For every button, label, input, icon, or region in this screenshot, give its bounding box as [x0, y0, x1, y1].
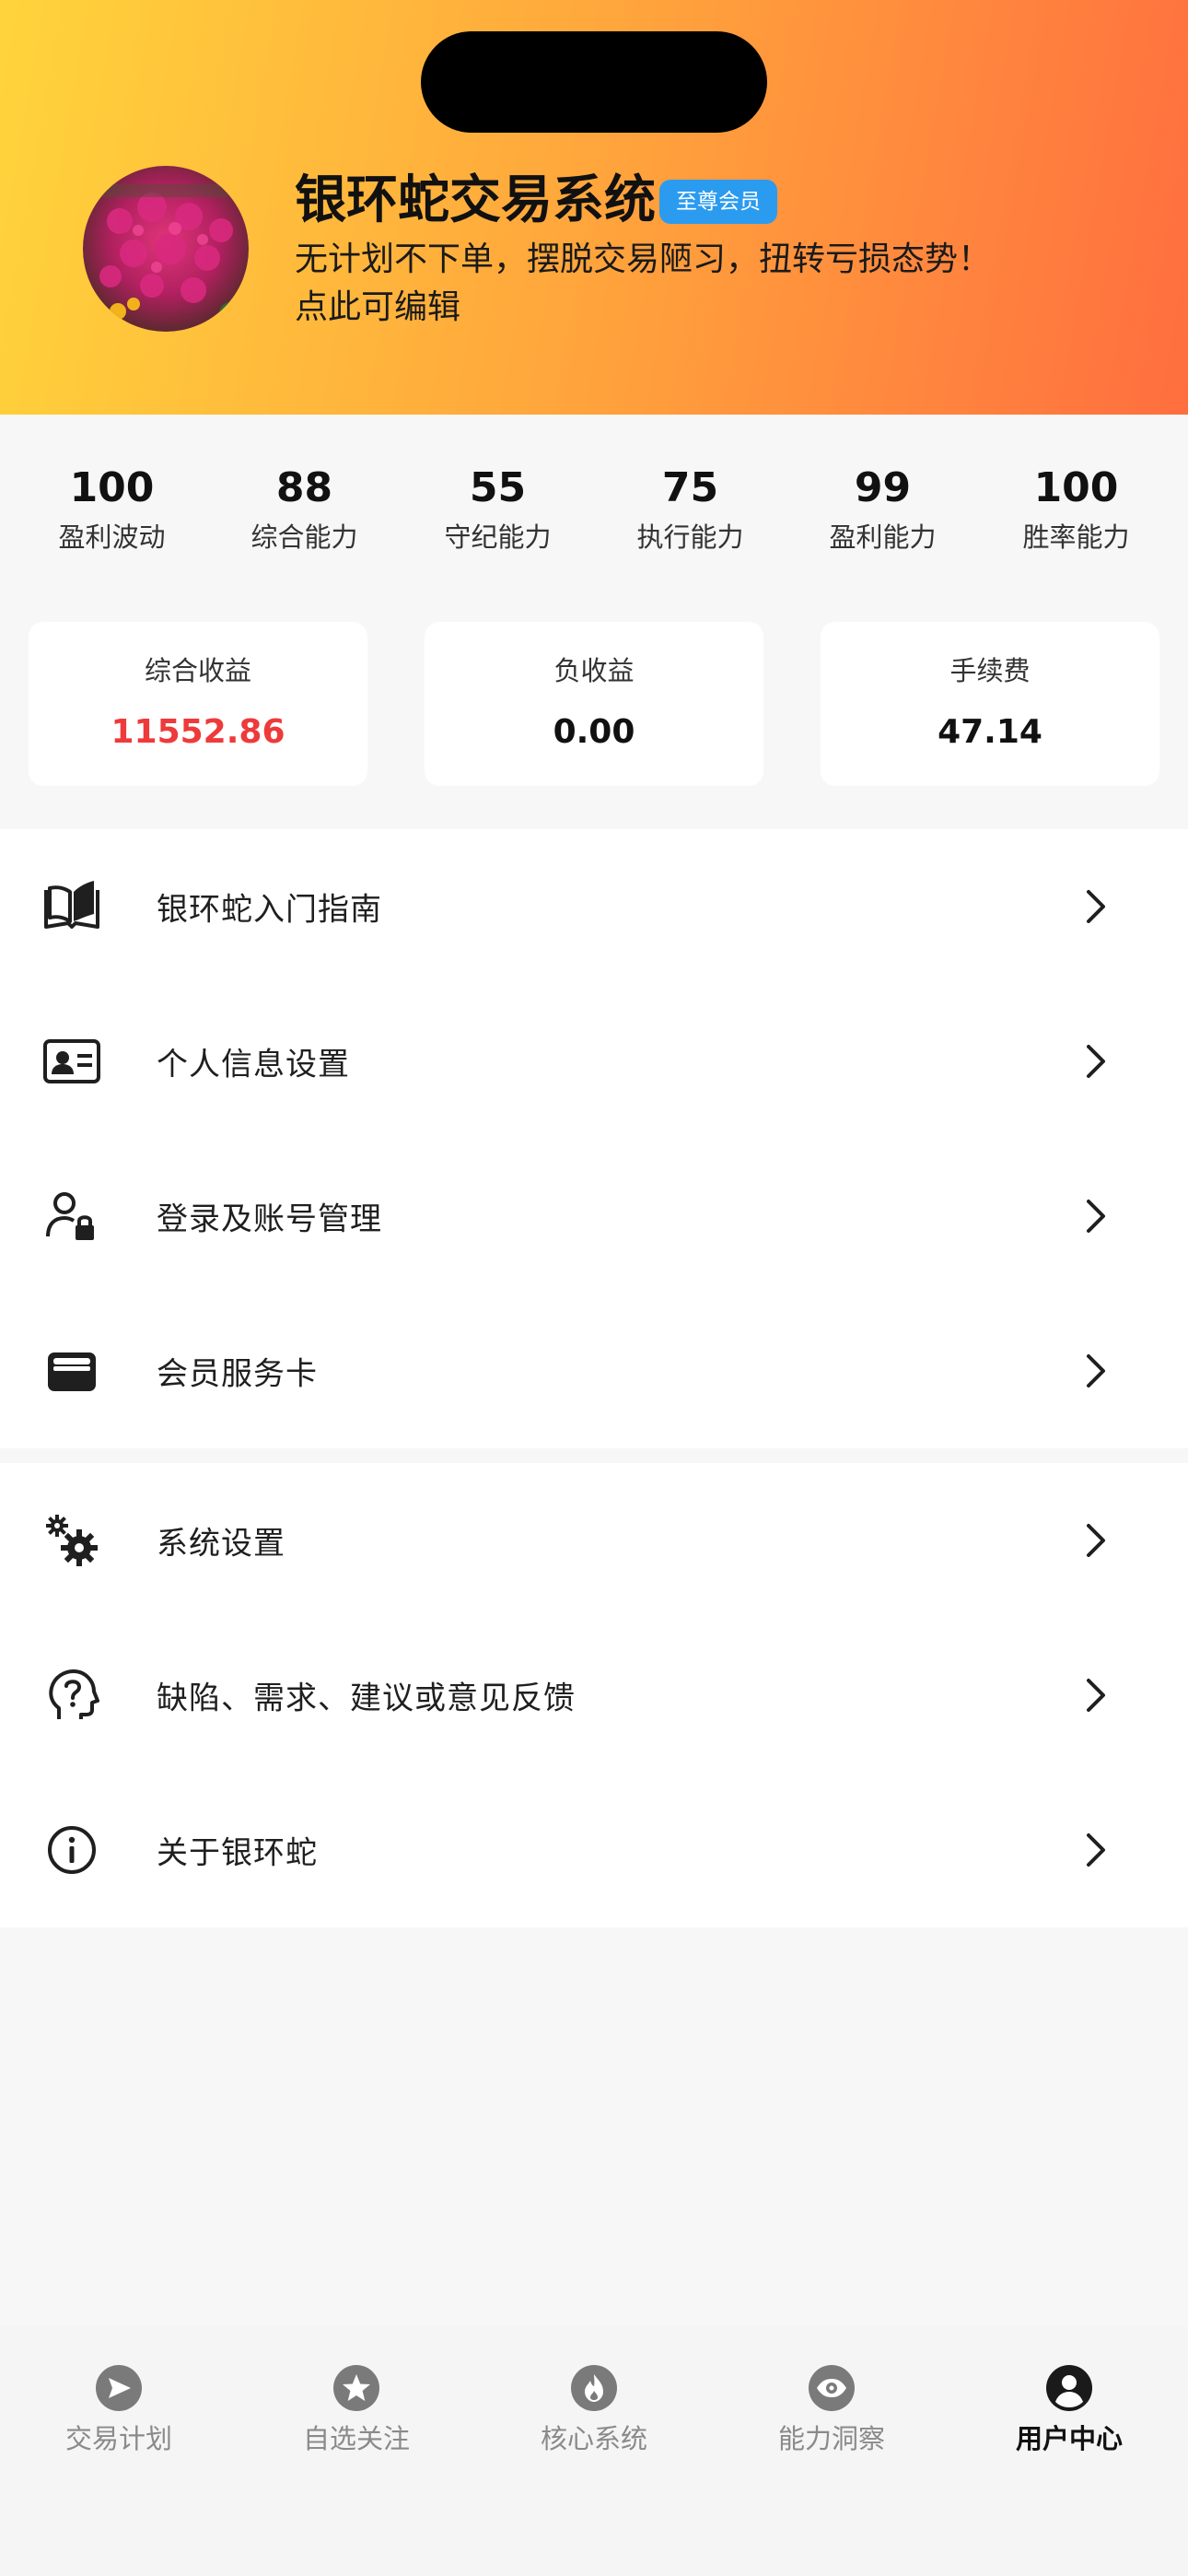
tab-user-center[interactable]: 用户中心: [950, 2363, 1188, 2457]
profile-header[interactable]: 银环蛇交易系统 至尊会员 无计划不下单，摆脱交易陋习，扭转亏损态势！ 点此可编辑: [0, 0, 1188, 415]
tab-insight[interactable]: 能力洞察: [713, 2363, 950, 2457]
book-open-icon: [44, 881, 99, 929]
stat-label: 盈利波动: [58, 521, 166, 553]
dynamic-island: [421, 31, 767, 133]
card-label: 综合收益: [144, 655, 251, 686]
star-icon: [333, 2365, 379, 2411]
menu-item-membership[interactable]: 会员服务卡: [0, 1294, 1188, 1448]
card-value: 11552.86: [111, 713, 285, 751]
chevron-right-icon: [1087, 1524, 1105, 1557]
menu-item-settings[interactable]: 系统设置: [0, 1463, 1188, 1618]
tab-core-system[interactable]: 核心系统: [475, 2363, 713, 2457]
head-question-icon: [49, 1669, 99, 1719]
ability-stats: 100 盈利波动 88 综合能力 55 守纪能力 75 执行能力 99 盈利能力…: [0, 461, 1188, 580]
vip-badge: 至尊会员: [659, 180, 777, 224]
chevron-right-icon: [1087, 1354, 1105, 1388]
menu-item-account[interactable]: 登录及账号管理: [0, 1139, 1188, 1294]
eye-icon: [809, 2365, 855, 2411]
id-card-icon: [43, 1039, 100, 1083]
motto-text: 无计划不下单，摆脱交易陋习，扭转亏损态势！: [295, 240, 992, 278]
stat-value: 99: [854, 464, 912, 511]
menu-group-system: 系统设置 缺陷、需求、建议或意见反馈 关于银环蛇: [0, 1463, 1188, 1927]
stat-label: 执行能力: [636, 521, 744, 553]
chevron-right-icon: [1087, 1833, 1105, 1867]
tab-label: 用户中心: [1015, 2423, 1123, 2454]
stat-value: 100: [1033, 464, 1119, 511]
menu-label: 银环蛇入门指南: [157, 891, 382, 929]
stat-label: 胜率能力: [1022, 521, 1130, 553]
stat-item: 100 盈利波动: [13, 461, 211, 558]
card-label: 负收益: [553, 655, 635, 686]
stat-item: 88 综合能力: [205, 461, 403, 558]
bottom-tab-bar: 交易计划 自选关注 核心系统 能力洞察 用户中心: [0, 2326, 1188, 2576]
menu-item-feedback[interactable]: 缺陷、需求、建议或意见反馈: [0, 1618, 1188, 1773]
user-lock-icon: [46, 1192, 94, 1240]
stat-value: 88: [275, 464, 333, 511]
stat-label: 守纪能力: [444, 521, 552, 553]
total-profit-card[interactable]: 综合收益 11552.86: [29, 622, 367, 786]
tab-label: 交易计划: [64, 2423, 172, 2454]
motto-editable[interactable]: 无计划不下单，摆脱交易陋习，扭转亏损态势！ 点此可编辑: [295, 236, 1124, 332]
stat-item: 99 盈利能力: [784, 461, 982, 558]
wallet-icon: [48, 1352, 96, 1391]
fire-icon: [571, 2365, 617, 2411]
chevron-right-icon: [1087, 1045, 1105, 1078]
stat-value: 55: [469, 464, 527, 511]
stat-item: 55 守纪能力: [399, 461, 597, 558]
tab-watchlist[interactable]: 自选关注: [238, 2363, 475, 2457]
info-circle-icon: [48, 1826, 96, 1874]
app-title: 银环蛇交易系统: [295, 170, 656, 230]
stat-item: 75 执行能力: [591, 461, 789, 558]
menu-label: 会员服务卡: [157, 1355, 318, 1393]
tab-trade-plan[interactable]: 交易计划: [0, 2363, 238, 2457]
tab-label: 能力洞察: [777, 2423, 885, 2454]
stat-item: 100 胜率能力: [977, 461, 1175, 558]
menu-item-profile[interactable]: 个人信息设置: [0, 984, 1188, 1139]
menu-label: 系统设置: [157, 1525, 285, 1563]
user-circle-icon: [1046, 2365, 1092, 2411]
edit-hint: 点此可编辑: [295, 288, 461, 326]
fee-card[interactable]: 手续费 47.14: [821, 622, 1159, 786]
chevron-right-icon: [1087, 890, 1105, 923]
negative-profit-card[interactable]: 负收益 0.00: [425, 622, 763, 786]
menu-label: 缺陷、需求、建议或意见反馈: [157, 1680, 576, 1717]
menu-group-account: 银环蛇入门指南 个人信息设置 登录及账号管理 会员服务卡: [0, 829, 1188, 1448]
menu-label: 关于银环蛇: [157, 1834, 318, 1872]
tab-label: 自选关注: [302, 2423, 410, 2454]
card-value: 47.14: [938, 713, 1042, 751]
stat-value: 75: [661, 464, 719, 511]
stat-label: 盈利能力: [829, 521, 937, 553]
paper-plane-icon: [96, 2365, 142, 2411]
gears-icon: [46, 1515, 98, 1566]
avatar-flower-image: [83, 166, 249, 332]
menu-label: 登录及账号管理: [157, 1200, 382, 1238]
tab-label: 核心系统: [540, 2423, 647, 2454]
menu-label: 个人信息设置: [157, 1046, 350, 1083]
avatar[interactable]: [83, 166, 249, 332]
card-label: 手续费: [949, 655, 1031, 686]
card-value: 0.00: [553, 713, 635, 751]
stat-value: 100: [69, 464, 155, 511]
chevron-right-icon: [1087, 1679, 1105, 1712]
menu-item-about[interactable]: 关于银环蛇: [0, 1773, 1188, 1927]
stat-label: 综合能力: [250, 521, 358, 553]
chevron-right-icon: [1087, 1200, 1105, 1233]
menu-item-guide[interactable]: 银环蛇入门指南: [0, 829, 1188, 984]
